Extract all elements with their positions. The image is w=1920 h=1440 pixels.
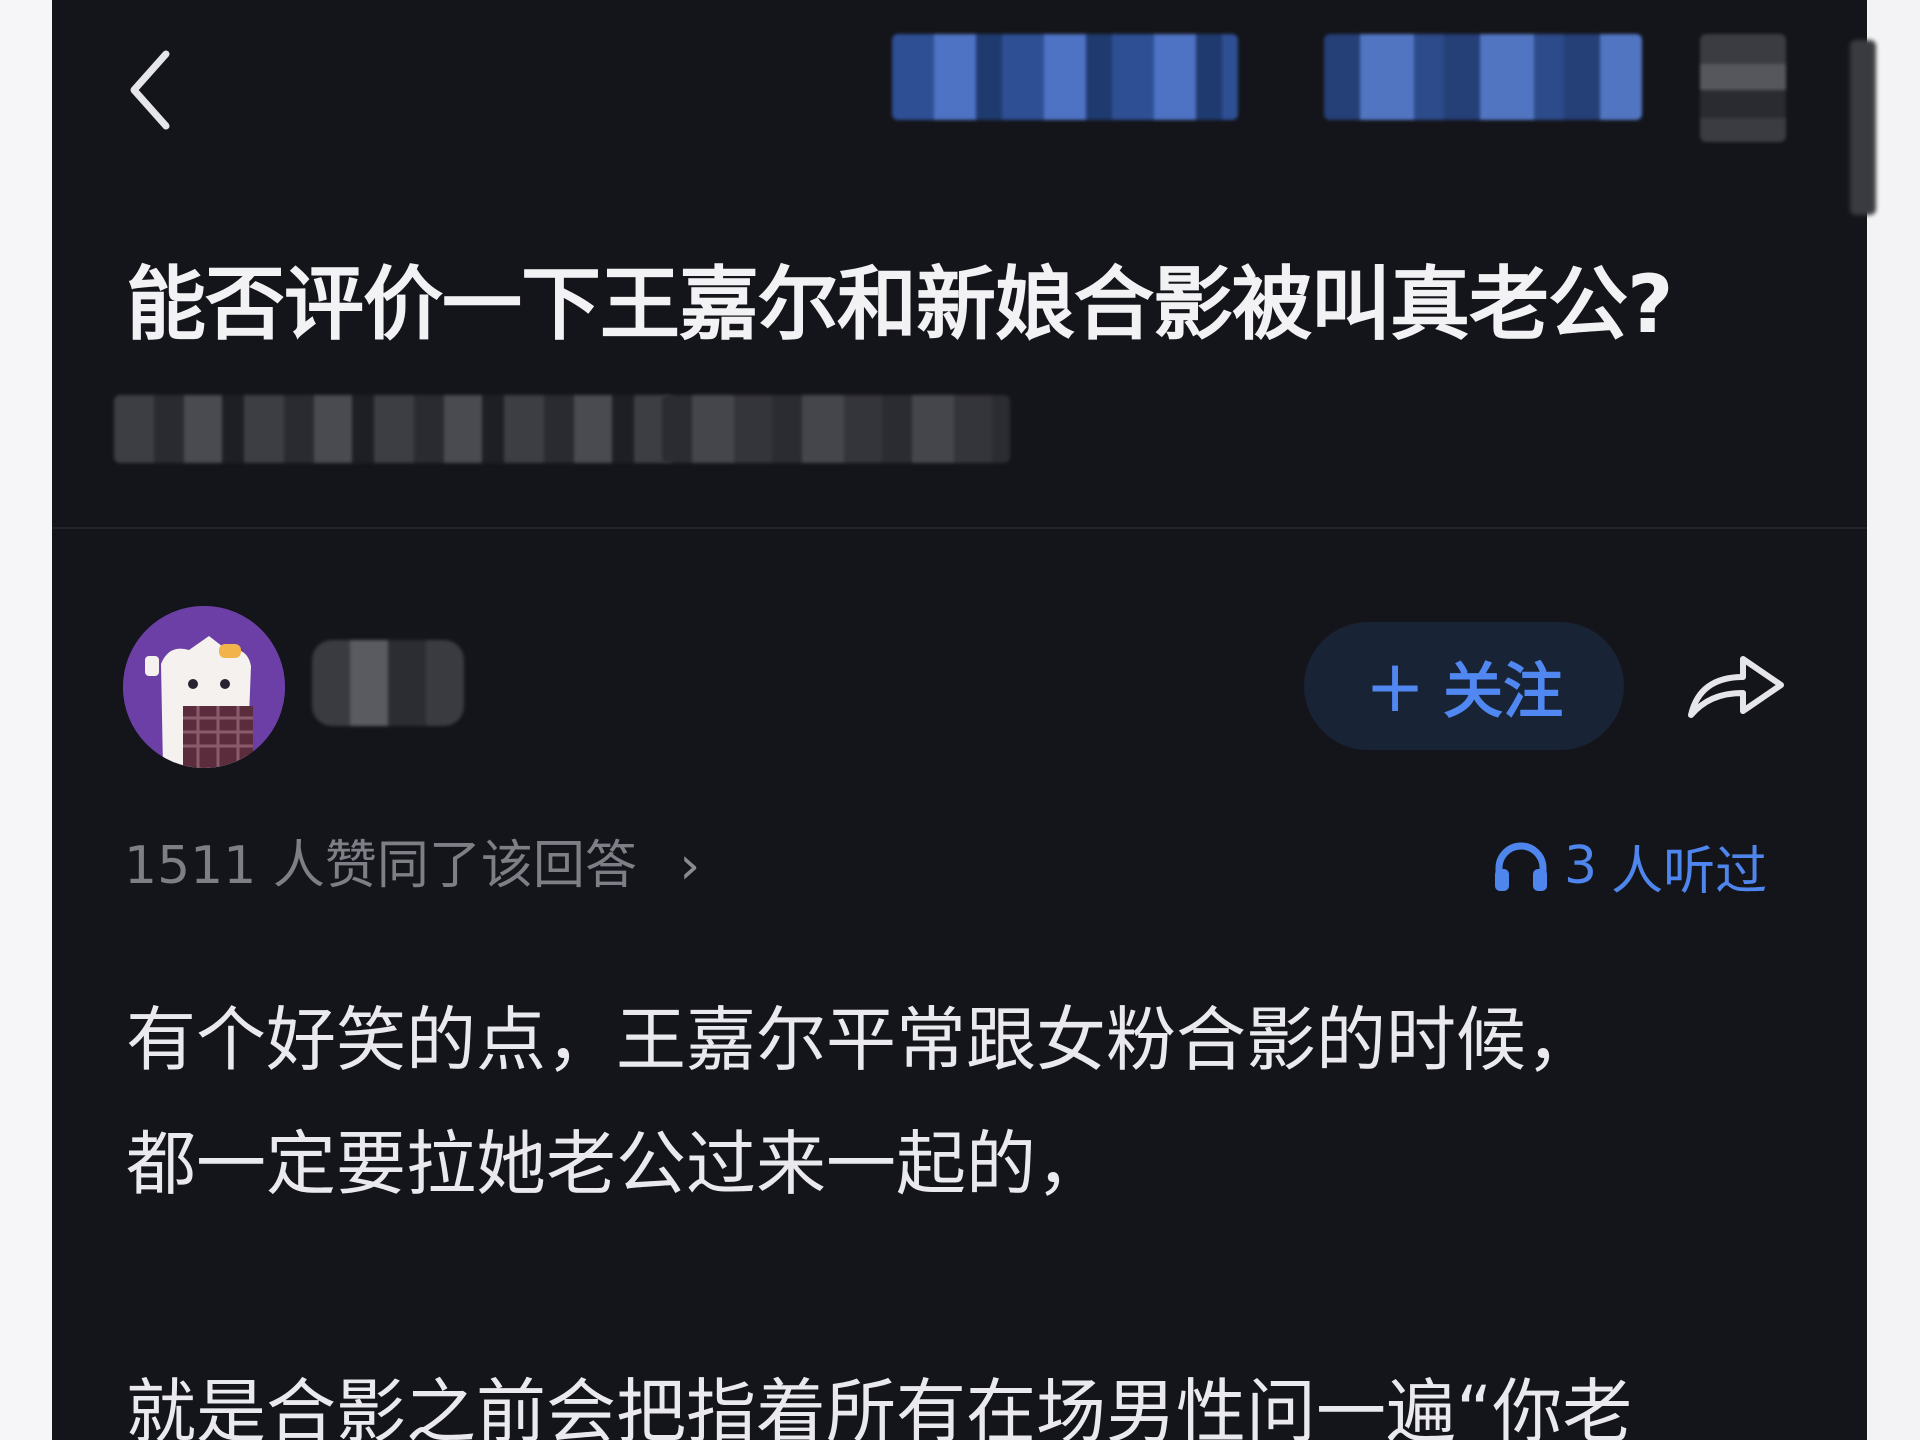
app-screen: 能否评价一下王嘉尔和新娘合影被叫真老公? + 关注 1511 人赞同了该回答 › (52, 0, 1867, 1440)
headphones-icon (1495, 842, 1547, 891)
listen-text: 人听过 (1611, 841, 1768, 902)
answer-paragraph: 就是合影之前会把指着所有在场男性问一遍“你老 (126, 1371, 1633, 1440)
follow-button[interactable]: + 关注 (1304, 622, 1624, 750)
listen-stats[interactable]: 3 人听过 (1492, 830, 1767, 902)
answer-paragraph: 都一定要拉她老公过来一起的， (126, 1123, 1106, 1205)
more-button-redacted[interactable] (1700, 34, 1786, 142)
answer-paragraph: 有个好笑的点，王嘉尔平常跟女粉合影的时候， (126, 999, 1596, 1081)
background-edge (1850, 0, 1920, 1440)
follow-label: 关注 (1443, 656, 1564, 727)
side-handle (1850, 40, 1876, 215)
upvote-stats-link[interactable]: 1511 人赞同了该回答 › (124, 830, 700, 902)
plus-icon: + (1364, 644, 1426, 728)
divider (52, 527, 1867, 529)
share-button[interactable] (1682, 630, 1792, 740)
avatar-image (123, 606, 285, 768)
question-meta-redacted (662, 395, 1010, 463)
author-avatar[interactable] (123, 606, 285, 768)
back-button[interactable] (120, 48, 180, 132)
question-title[interactable]: 能否评价一下王嘉尔和新娘合影被叫真老公? (126, 250, 1846, 360)
author-name-redacted[interactable] (312, 640, 464, 726)
nav-tab-redacted[interactable] (892, 34, 1238, 120)
upvote-count: 1511 (124, 836, 257, 896)
nav-tab-redacted[interactable] (1324, 34, 1642, 120)
upvote-text: 人赞同了该回答 (272, 836, 637, 896)
question-meta-redacted (114, 395, 674, 463)
chevron-left-icon (130, 50, 170, 130)
share-arrow-icon (1688, 656, 1784, 718)
listen-count: 3 (1564, 836, 1598, 896)
chevron-right-icon: › (679, 836, 701, 896)
answer-body[interactable]: 有个好笑的点，王嘉尔平常跟女粉合影的时候， 都一定要拉她老公过来一起的， 就是合… (126, 978, 1826, 1440)
